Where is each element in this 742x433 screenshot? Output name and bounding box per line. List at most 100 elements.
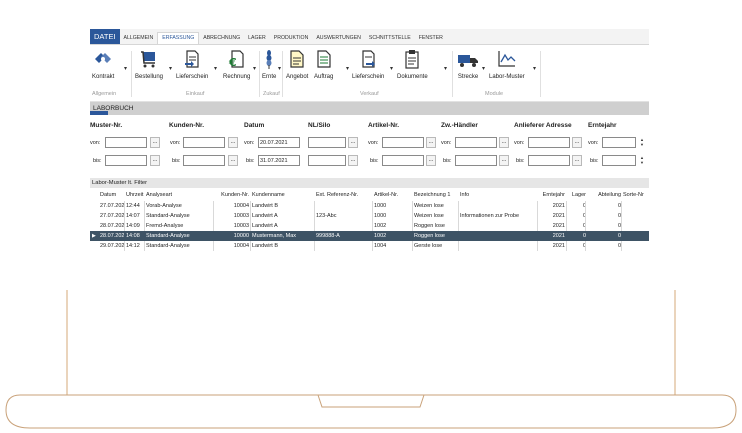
kunden-nr-to-picker-button[interactable]: ... — [228, 155, 238, 166]
app-screen: DATEI ALLGEMEIN ERFASSUNG ABRECHNUNG LAG… — [90, 29, 649, 263]
ernte-button[interactable]: Ernte — [262, 48, 276, 80]
labor-muster-button[interactable]: Labor-Muster — [489, 48, 525, 80]
erntejahr-to-input[interactable] — [602, 155, 636, 166]
muster-nr-from-picker-button[interactable]: ... — [150, 137, 160, 148]
grid-line — [412, 201, 413, 211]
dokumente-button[interactable]: Dokumente — [397, 48, 428, 80]
grain-ear-icon — [262, 48, 276, 70]
table-cell: 14:08 — [126, 233, 140, 239]
table-cell: 0 — [568, 201, 586, 211]
ernte-label: Ernte — [262, 74, 277, 80]
datum-to-input[interactable]: 31.07.2021 — [258, 155, 300, 166]
dokumente-dropdown-icon[interactable]: ▾ — [444, 65, 447, 72]
column-header[interactable]: Abteilung — [587, 190, 621, 201]
tab-abrechnung[interactable]: ABRECHNUNG — [199, 33, 244, 44]
column-header[interactable]: Erntejahr — [539, 190, 565, 201]
column-header[interactable]: Analyseart — [146, 190, 208, 201]
grid-line — [585, 211, 586, 221]
artikel-nr-from-picker-button[interactable]: ... — [426, 137, 436, 148]
column-header[interactable]: Kunden-Nr. — [215, 190, 249, 201]
lieferschein-verkauf-dropdown-icon[interactable]: ▾ — [390, 65, 393, 72]
zw-haendler-to-input[interactable] — [455, 155, 497, 166]
grid-line — [314, 211, 315, 221]
rechnung-dropdown-icon[interactable]: ▾ — [253, 65, 256, 72]
document-tab-laborbuch[interactable]: LABORBUCH — [90, 102, 136, 115]
table-row[interactable]: ▶ 28.07.202114:08 Standard-Analyse 10000Mus… — [90, 231, 649, 241]
ribbon-tab-bar: DATEI ALLGEMEIN ERFASSUNG ABRECHNUNG LAG… — [90, 29, 649, 45]
nl-silo-to-input[interactable] — [308, 155, 346, 166]
column-header[interactable]: Ext. Referenz-Nr. — [316, 190, 372, 201]
datum-from-input[interactable]: 20.07.2021 — [258, 137, 300, 148]
filter-header-zw-haendler: Zw.-Händler — [441, 122, 478, 129]
column-header[interactable]: Artikel-Nr. — [374, 190, 412, 201]
angebot-button[interactable]: Angebot — [286, 48, 308, 80]
artikel-nr-from-input[interactable] — [382, 137, 424, 148]
grid-line — [314, 241, 315, 251]
kontrakt-button[interactable]: Kontrakt — [92, 48, 114, 80]
table-cell: Vorab-Analyse — [146, 203, 182, 209]
nl-silo-from-input[interactable] — [308, 137, 346, 148]
labor-muster-dropdown-icon[interactable]: ▾ — [533, 65, 536, 72]
tab-datei[interactable]: DATEI — [90, 29, 120, 44]
table-row[interactable]: 28.07.202114:09 Fremd-Analyse 10003Landwir… — [90, 221, 649, 231]
erntejahr-from-spinner[interactable]: ▲ ▼ — [639, 137, 645, 148]
auftrag-dropdown-icon[interactable]: ▾ — [346, 65, 349, 72]
tab-auswertungen[interactable]: AUSWERTUNGEN — [312, 33, 365, 44]
column-header[interactable]: Bezeichnung 1 — [414, 190, 458, 201]
anlieferer-from-input[interactable] — [528, 137, 570, 148]
table-cell: 2021 — [552, 243, 565, 249]
bestellung-dropdown-icon[interactable]: ▾ — [169, 65, 172, 72]
column-header[interactable]: Lager — [568, 190, 586, 201]
rechnung-button[interactable]: € Rechnung — [223, 48, 250, 80]
lieferschein-einkauf-button[interactable]: Lieferschein — [176, 48, 208, 80]
table-row[interactable]: 27.07.202114:07 Standard-Analyse 10003Land… — [90, 211, 649, 221]
tab-fenster[interactable]: FENSTER — [415, 33, 447, 44]
datum-from-label: von: — [244, 140, 255, 146]
anlieferer-to-picker-button[interactable]: ... — [572, 155, 582, 166]
nl-silo-from-picker-button[interactable]: ... — [348, 137, 358, 148]
muster-nr-to-input[interactable] — [105, 155, 147, 166]
tab-lager[interactable]: LAGER — [244, 33, 270, 44]
column-header[interactable]: Info — [460, 190, 536, 201]
zw-haendler-to-picker-button[interactable]: ... — [499, 155, 509, 166]
table-cell: Standard-Analyse — [146, 233, 190, 239]
muster-nr-to-picker-button[interactable]: ... — [150, 155, 160, 166]
strecke-dropdown-icon[interactable]: ▾ — [482, 65, 485, 72]
table-row[interactable]: 29.07.202114:12 Standard-Analyse 10004Land… — [90, 241, 649, 251]
column-header[interactable]: Sorte-Nr — [623, 190, 649, 201]
group-separator — [131, 51, 132, 97]
tab-schnittstelle[interactable]: SCHNITTSTELLE — [365, 33, 415, 44]
table-cell: 999888-A — [316, 233, 340, 239]
artikel-nr-from-label: von: — [368, 140, 379, 146]
grid-line — [314, 201, 315, 211]
artikel-nr-to-picker-button[interactable]: ... — [426, 155, 436, 166]
auftrag-button[interactable]: Auftrag — [314, 48, 333, 80]
kunden-nr-from-input[interactable] — [183, 137, 225, 148]
column-header[interactable]: Datum — [100, 190, 124, 201]
strecke-button[interactable]: Strecke — [457, 48, 479, 80]
anlieferer-from-picker-button[interactable]: ... — [572, 137, 582, 148]
lieferschein-einkauf-dropdown-icon[interactable]: ▾ — [214, 65, 217, 72]
tab-produktion[interactable]: PRODUKTION — [270, 33, 313, 44]
grid-line — [250, 211, 251, 221]
table-cell: Informationen zur Probe — [460, 213, 520, 219]
erntejahr-from-input[interactable] — [602, 137, 636, 148]
erntejahr-to-spinner[interactable]: ▲ ▼ — [639, 155, 645, 166]
ernte-dropdown-icon[interactable]: ▾ — [278, 65, 281, 72]
anlieferer-to-input[interactable] — [528, 155, 570, 166]
tab-erfassung[interactable]: ERFASSUNG — [157, 32, 200, 44]
lieferschein-verkauf-button[interactable]: Lieferschein — [352, 48, 384, 80]
table-row[interactable]: 27.07.202112:44 Vorab-Analyse 10004Landwir… — [90, 201, 649, 211]
kontrakt-dropdown-icon[interactable]: ▾ — [124, 65, 127, 72]
nl-silo-to-picker-button[interactable]: ... — [348, 155, 358, 166]
zw-haendler-from-input[interactable] — [455, 137, 497, 148]
artikel-nr-to-input[interactable] — [382, 155, 424, 166]
muster-nr-from-input[interactable] — [105, 137, 147, 148]
bestellung-button[interactable]: Bestellung — [135, 48, 163, 80]
tab-allgemein[interactable]: ALLGEMEIN — [120, 33, 158, 44]
kunden-nr-to-input[interactable] — [183, 155, 225, 166]
column-header[interactable]: Uhrzeit — [126, 190, 144, 201]
column-header[interactable]: Kundenname — [252, 190, 314, 201]
zw-haendler-from-picker-button[interactable]: ... — [499, 137, 509, 148]
kunden-nr-from-picker-button[interactable]: ... — [228, 137, 238, 148]
